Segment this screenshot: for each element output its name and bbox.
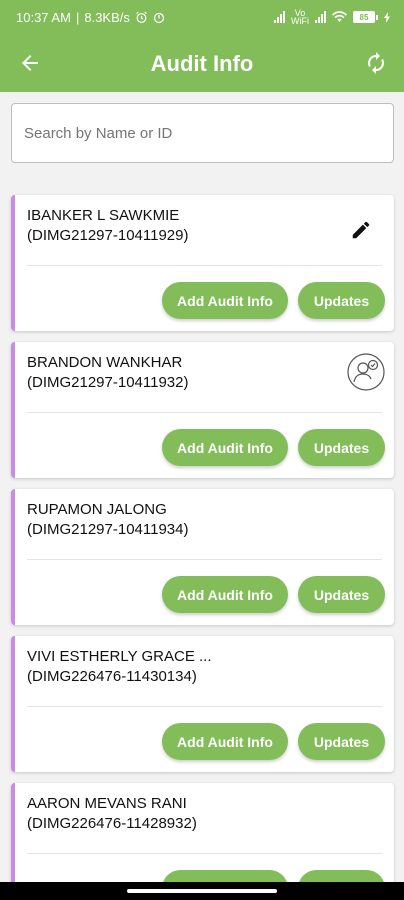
record-id: (DIMG21297-10411929): [27, 227, 189, 244]
record-id: (DIMG21297-10411934): [27, 521, 189, 538]
status-time: 10:37 AM: [16, 10, 71, 25]
divider: [27, 559, 382, 560]
record-name: IBANKER L SAWKMIE: [27, 207, 180, 224]
status-bar: 10:37 AM | 8.3KB/s Vo WiFi 85: [0, 0, 404, 36]
status-separator: |: [75, 10, 80, 25]
battery-icon: 85: [353, 11, 378, 23]
status-speed: 8.3KB/s: [84, 10, 130, 25]
add-audit-info-button[interactable]: Add Audit Info: [162, 723, 288, 760]
add-audit-info-button[interactable]: Add Audit Info: [162, 576, 288, 613]
person-check-icon[interactable]: [346, 352, 386, 392]
updates-button[interactable]: Updates: [298, 723, 385, 760]
status-right: Vo WiFi 85: [274, 8, 390, 26]
record-name: RUPAMON JALONG: [27, 501, 167, 518]
network-label: Vo WiFi: [291, 8, 309, 26]
updates-button[interactable]: Updates: [298, 576, 385, 613]
status-left: 10:37 AM | 8.3KB/s: [16, 10, 165, 25]
search-input[interactable]: [11, 103, 394, 163]
audit-record-list: IBANKER L SAWKMIE (DIMG21297-10411929) A…: [11, 195, 394, 900]
record-card[interactable]: RUPAMON JALONG (DIMG21297-10411934) Add …: [11, 489, 394, 625]
divider: [27, 412, 382, 413]
add-audit-info-button[interactable]: Add Audit Info: [162, 282, 288, 319]
updates-button[interactable]: Updates: [298, 429, 385, 466]
signal-icon-2: [315, 11, 326, 23]
wifi-icon: [332, 11, 347, 22]
signal-icon: [274, 11, 285, 23]
updates-button[interactable]: Updates: [298, 282, 385, 319]
page-title: Audit Info: [150, 51, 254, 76]
battery-level: 85: [353, 11, 375, 23]
divider: [27, 265, 382, 266]
record-name: VIVI ESTHERLY GRACE ...: [27, 648, 212, 665]
add-audit-info-button[interactable]: Add Audit Info: [162, 429, 288, 466]
record-id: (DIMG21297-10411932): [27, 374, 189, 391]
record-id: (DIMG226476-11430134): [27, 668, 197, 685]
record-id: (DIMG226476-11428932): [27, 815, 197, 832]
divider: [27, 853, 382, 854]
refresh-icon[interactable]: [364, 51, 388, 75]
record-card[interactable]: IBANKER L SAWKMIE (DIMG21297-10411929) A…: [11, 195, 394, 331]
charging-icon: [384, 11, 390, 23]
record-card[interactable]: BRANDON WANKHAR (DIMG21297-10411932) Add…: [11, 342, 394, 478]
alarm-icon: [136, 11, 147, 23]
record-name: BRANDON WANKHAR: [27, 354, 183, 371]
app-bar: Audit Info: [0, 36, 404, 92]
record-card[interactable]: VIVI ESTHERLY GRACE ... (DIMG226476-1143…: [11, 636, 394, 772]
divider: [27, 706, 382, 707]
record-name: AARON MEVANS RANI: [27, 795, 187, 812]
edit-icon[interactable]: [350, 219, 372, 241]
system-nav-bar: [0, 882, 404, 900]
home-gesture-handle[interactable]: [127, 889, 277, 893]
sync-status-icon: [153, 12, 164, 23]
